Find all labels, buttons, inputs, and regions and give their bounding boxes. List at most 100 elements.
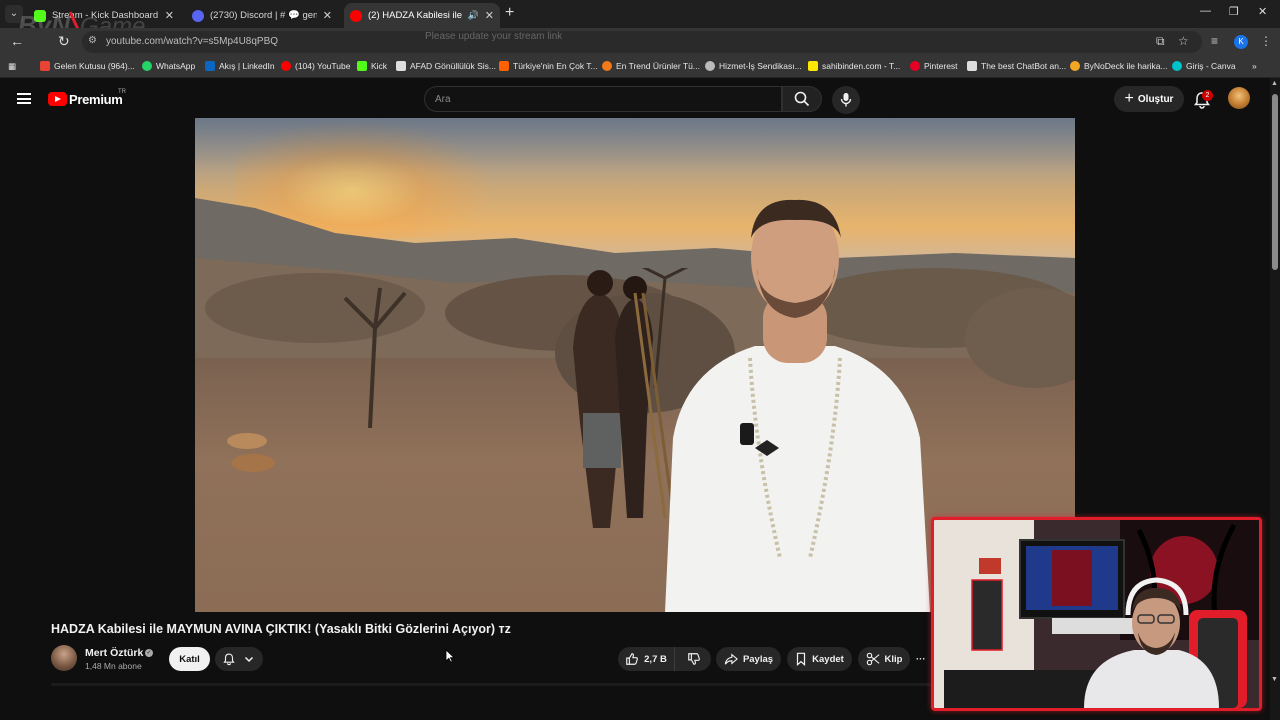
like-count: 2,7 B xyxy=(644,653,667,665)
back-arrow-icon[interactable]: ← xyxy=(10,33,24,49)
channel-avatar[interactable] xyxy=(51,645,77,671)
more-bookmarks-button[interactable]: » xyxy=(1252,61,1257,71)
region-code: TR xyxy=(118,89,126,95)
close-window-icon[interactable]: ✕ xyxy=(1258,5,1267,18)
join-button[interactable]: Katıl xyxy=(169,647,210,671)
bookmark-hizmet-is[interactable]: Hizmet-İş Sendikası... xyxy=(705,61,802,71)
thumbs-up-icon xyxy=(626,653,639,665)
video-title: HADZA Kabilesi ile MAYMUN AVINA ÇIKTIK! … xyxy=(51,622,511,636)
maximize-icon[interactable]: ❐ xyxy=(1229,5,1239,18)
like-button[interactable]: 2,7 B xyxy=(618,647,675,671)
tab-youtube-video[interactable]: (2) HADZA Kabilesi ile MAYMUN AVINA ÇIKT… xyxy=(344,3,500,28)
subscriber-count: 1,48 Mn abone xyxy=(85,661,142,671)
bell-icon xyxy=(223,653,235,666)
youtube-header: Premium TR + Oluştur xyxy=(0,78,1270,120)
site-info-icon[interactable]: ⚙ xyxy=(88,35,97,46)
sahibinden-icon xyxy=(808,61,818,71)
verified-badge-icon: ✓ xyxy=(145,649,153,657)
reload-icon[interactable]: ↻ xyxy=(58,33,70,50)
mouse-cursor-icon xyxy=(445,649,455,663)
bookmark-sahibinden[interactable]: sahibinden.com - T... xyxy=(808,61,900,71)
bookmark-label: WhatsApp xyxy=(156,61,196,71)
profile-avatar[interactable]: K xyxy=(1234,35,1248,49)
webcam-feed xyxy=(934,520,1259,708)
youtube-logo-icon[interactable] xyxy=(48,92,67,106)
bookmark-label: The best ChatBot an... xyxy=(981,61,1067,71)
search-box xyxy=(424,86,782,112)
whatsapp-icon xyxy=(142,61,152,71)
address-bar[interactable]: ⚙ youtube.com/watch?v=s5Mp4U8qPBQ Please… xyxy=(82,31,1202,53)
subscription-notification-button[interactable] xyxy=(215,647,263,671)
bookmark-gmail[interactable]: Gelen Kutusu (964)... xyxy=(40,61,135,71)
bookmark-label: AFAD Gönüllülük Sis... xyxy=(410,61,496,71)
stream-overlay-hint: Please update your stream link xyxy=(425,31,563,42)
youtube-premium-wordmark[interactable]: Premium xyxy=(69,92,123,107)
search-button[interactable] xyxy=(782,86,822,112)
tab-discord[interactable]: (2730) Discord | # 💬 genel-sohbet ✕ xyxy=(186,3,338,28)
browser-tab-strip: ⌄ Stream - Kick Dashboard ✕ (2730) Disco… xyxy=(0,0,1280,28)
voice-search-button[interactable] xyxy=(832,86,860,114)
description-box-edge xyxy=(51,683,931,686)
bookmark-kick[interactable]: Kick xyxy=(357,61,387,71)
media-control-icon[interactable]: ≡ xyxy=(1211,34,1218,48)
tab-title: (2) HADZA Kabilesi ile MAYMUN AVINA ÇIKT… xyxy=(368,10,464,21)
clip-button[interactable]: Klip xyxy=(858,647,910,671)
chatbot-icon xyxy=(967,61,977,71)
menu-icon[interactable] xyxy=(17,93,31,104)
bookmark-label: ByNoDeck ile harika... xyxy=(1084,61,1168,71)
trendyol-icon xyxy=(602,61,612,71)
more-actions-button[interactable]: ··· xyxy=(916,647,930,671)
bookmark-chatbot[interactable]: The best ChatBot an... xyxy=(967,61,1066,71)
bookmark-afad[interactable]: AFAD Gönüllülük Sis... xyxy=(396,61,496,71)
bookmark-star-icon[interactable]: ☆ xyxy=(1178,34,1189,48)
streamer-webcam-overlay xyxy=(931,517,1262,711)
install-app-icon[interactable]: ⧉ xyxy=(1156,34,1165,49)
like-dislike-group: 2,7 B xyxy=(618,647,711,671)
minimize-icon[interactable]: — xyxy=(1200,5,1211,17)
new-tab-button[interactable]: + xyxy=(505,5,514,21)
save-button[interactable]: Kaydet xyxy=(787,647,852,671)
kick-icon xyxy=(357,61,367,71)
share-arrow-icon xyxy=(724,653,738,665)
thumbs-down-icon xyxy=(687,653,700,665)
bookmark-canva[interactable]: Giriş - Canva xyxy=(1172,61,1236,71)
bookmark-label: En Trend Ürünler Tü... xyxy=(616,61,700,71)
bookmark-hepsiburada[interactable]: Türkiye'nin En Çok T... xyxy=(499,61,598,71)
bookmark-whatsapp[interactable]: WhatsApp xyxy=(142,61,195,71)
create-button[interactable]: + Oluştur xyxy=(1114,86,1184,112)
share-label: Paylaş xyxy=(742,653,774,665)
channel-name[interactable]: Mert Öztürk xyxy=(85,647,143,659)
close-icon[interactable]: ✕ xyxy=(323,9,332,22)
search-input[interactable] xyxy=(435,91,765,107)
share-button[interactable]: Paylaş xyxy=(716,647,781,671)
bookmark-icon xyxy=(797,652,806,666)
bookmark-label: Türkiye'nin En Çok T... xyxy=(513,61,598,71)
bookmark-trendyol[interactable]: En Trend Ürünler Tü... xyxy=(602,61,700,71)
pinterest-icon xyxy=(910,61,920,71)
scrollbar-thumb[interactable] xyxy=(1272,94,1278,270)
bookmark-bynodeck[interactable]: ByNoDeck ile harika... xyxy=(1070,61,1168,71)
bookmark-youtube[interactable]: (104) YouTube xyxy=(281,61,350,71)
scissors-icon xyxy=(866,652,880,666)
close-icon[interactable]: ✕ xyxy=(485,9,494,22)
browser-menu-icon[interactable]: ⋮ xyxy=(1260,34,1272,48)
bookmark-label: Kick xyxy=(371,61,388,71)
plus-icon: + xyxy=(1124,90,1134,107)
dislike-button[interactable] xyxy=(676,647,711,671)
speaker-icon[interactable]: 🔊 xyxy=(468,10,479,21)
create-label: Oluştur xyxy=(1137,93,1174,105)
tab-title: (2730) Discord | # 💬 genel-sohbet xyxy=(210,10,317,21)
scroll-down-arrow-icon[interactable]: ▼ xyxy=(1271,676,1278,683)
page-scrollbar[interactable]: ▲ ▼ xyxy=(1270,78,1280,720)
apps-grid-icon[interactable]: ▦ xyxy=(8,61,16,72)
bynodeck-icon xyxy=(1070,61,1080,71)
account-avatar[interactable] xyxy=(1228,87,1250,109)
bookmark-linkedin[interactable]: Akış | LinkedIn xyxy=(205,61,275,71)
bookmark-pinterest[interactable]: Pinterest xyxy=(910,61,958,71)
bookmark-label: sahibinden.com - T... xyxy=(822,61,901,71)
linkedin-icon xyxy=(205,61,215,71)
scroll-up-arrow-icon[interactable]: ▲ xyxy=(1271,80,1278,87)
hb-icon xyxy=(499,61,509,71)
gmail-icon xyxy=(40,61,50,71)
url-text: youtube.com/watch?v=s5Mp4U8qPBQ xyxy=(106,36,279,47)
